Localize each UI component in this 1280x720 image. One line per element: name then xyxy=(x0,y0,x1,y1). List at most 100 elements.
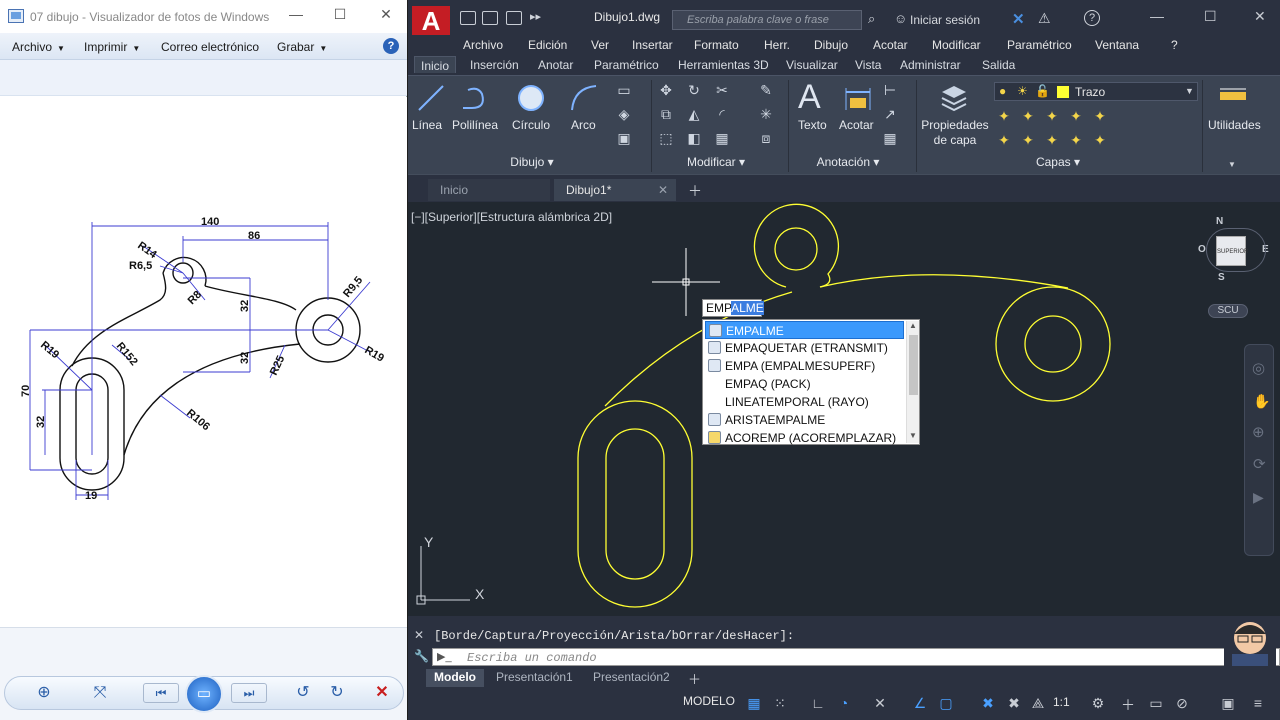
user-icon[interactable]: ☺ xyxy=(894,11,907,26)
model-space-button[interactable]: MODELO xyxy=(683,694,735,708)
showmotion-icon[interactable]: ▶ xyxy=(1253,489,1264,506)
tab-administrar[interactable]: Administrar xyxy=(900,58,961,72)
panel-capas[interactable]: Capas ▾ xyxy=(1028,155,1088,174)
delete-icon[interactable]: ✕ xyxy=(371,682,393,704)
utilities-label[interactable]: Utilidades xyxy=(1208,118,1261,132)
pan-icon[interactable]: ✋ xyxy=(1253,393,1270,410)
panel-anotacion[interactable]: Anotación ▾ xyxy=(808,155,888,174)
save-icon[interactable] xyxy=(506,11,522,25)
close-button[interactable]: ✕ xyxy=(374,6,398,23)
array-icon[interactable]: ▦ xyxy=(714,130,730,146)
menu-ventana[interactable]: Ventana xyxy=(1095,38,1139,52)
line-tool-label[interactable]: Línea xyxy=(412,118,442,132)
exchange-icon[interactable]: ✕ xyxy=(1012,10,1025,28)
new-file-icon[interactable] xyxy=(460,11,476,25)
autocomplete-item[interactable]: LINEATEMPORAL (RAYO) xyxy=(705,393,904,411)
menu-formato[interactable]: Formato xyxy=(694,38,739,52)
previous-icon[interactable]: ⏮ xyxy=(143,683,179,703)
menu-archivo[interactable]: Archivo xyxy=(463,38,503,52)
viewcube-face[interactable]: SUPERIOR xyxy=(1216,236,1248,266)
app-close-button[interactable]: ✕ xyxy=(1254,8,1266,25)
table-icon[interactable]: ▦ xyxy=(882,130,898,146)
polar-icon[interactable]: ◔ xyxy=(834,695,854,713)
leader-icon[interactable]: ↗ xyxy=(882,106,898,122)
isolate-icon[interactable]: ▭ xyxy=(1146,695,1166,713)
drawing-viewport[interactable]: [−][Superior][Estructura alámbrica 2D] Y… xyxy=(408,202,1280,616)
login-link[interactable]: Iniciar sesión xyxy=(910,13,980,27)
hatch-icon[interactable]: ◈ xyxy=(616,106,632,122)
erase-icon[interactable]: ✎ xyxy=(758,82,774,98)
binoculars-icon[interactable]: ⌕ xyxy=(868,11,875,27)
wrench-icon[interactable]: 🔧 xyxy=(414,649,429,663)
tab-anotar[interactable]: Anotar xyxy=(538,58,573,72)
new-tab-icon[interactable]: ＋ xyxy=(688,181,702,201)
dimension-tool-label[interactable]: Acotar xyxy=(839,118,874,132)
slideshow-icon[interactable]: ▭ xyxy=(185,675,223,713)
clean-screen-icon[interactable]: ▣ xyxy=(1218,695,1238,713)
layer-properties-label[interactable]: Propiedades de capa xyxy=(920,118,990,148)
tab-visualizar[interactable]: Visualizar xyxy=(786,58,838,72)
menu-imprimir[interactable]: Imprimir ▼ xyxy=(84,40,140,54)
snap-icon[interactable]: ⁙ xyxy=(770,695,790,713)
menu-archivo[interactable]: Archivo ▼ xyxy=(12,40,65,54)
layer-tool-icon[interactable]: ✦ xyxy=(1068,108,1084,124)
rotate-left-icon[interactable]: ↺ xyxy=(292,682,314,704)
annotation-visibility-icon[interactable]: ✖ xyxy=(978,695,998,713)
close-command-icon[interactable]: ✕ xyxy=(414,628,424,642)
help-icon[interactable]: ? xyxy=(1084,10,1100,26)
rotate-right-icon[interactable]: ↻ xyxy=(326,682,348,704)
object-snap-icon[interactable]: ▢ xyxy=(936,695,956,713)
menu-modificar[interactable]: Modificar xyxy=(932,38,981,52)
customize-icon[interactable]: ≡ xyxy=(1248,695,1268,713)
menu-edicion[interactable]: Edición xyxy=(528,38,567,52)
new-layout-icon[interactable]: ＋ xyxy=(688,669,701,688)
layout-tab-presentacion2[interactable]: Presentación2 xyxy=(585,669,678,687)
menu-help[interactable]: ? xyxy=(1171,38,1178,52)
menu-ver[interactable]: Ver xyxy=(591,38,609,52)
orbit-icon[interactable]: ⟳ xyxy=(1253,455,1266,473)
menu-acotar[interactable]: Acotar xyxy=(873,38,908,52)
zoom-icon[interactable]: ⊕ xyxy=(33,682,55,704)
polyline-tool-label[interactable]: Polilínea xyxy=(452,118,498,132)
menu-parametrico[interactable]: Paramétrico xyxy=(1007,38,1072,52)
tab-parametrico[interactable]: Paramétrico xyxy=(594,58,659,72)
line-tool-icon[interactable] xyxy=(416,82,446,114)
rotate-icon[interactable]: ↻ xyxy=(686,82,702,98)
file-tab-inicio[interactable]: Inicio xyxy=(428,179,550,201)
actual-size-icon[interactable]: ⤧ xyxy=(89,682,111,704)
layer-dropdown[interactable]: ● ☀ 🔓 Trazo ▼ xyxy=(994,82,1198,101)
layer-tool-icon[interactable]: ✦ xyxy=(996,108,1012,124)
layout-tab-modelo[interactable]: Modelo xyxy=(426,669,484,687)
layer-tool-icon[interactable]: ✦ xyxy=(1044,108,1060,124)
annotation-scale-icon[interactable]: ⟁ xyxy=(1028,695,1048,713)
move-icon[interactable]: ✥ xyxy=(658,82,674,98)
object-snap-tracking-icon[interactable]: ∠ xyxy=(910,695,930,713)
layer-properties-icon[interactable] xyxy=(938,82,970,112)
text-tool-icon[interactable]: A xyxy=(798,78,821,117)
app-restore-button[interactable]: ☐ xyxy=(1204,8,1217,25)
menu-herr[interactable]: Herr. xyxy=(764,38,790,52)
autocad-logo[interactable]: A xyxy=(412,6,450,38)
rectangle-icon[interactable]: ▭ xyxy=(616,82,632,98)
autocomplete-item[interactable]: ARISTAEMPALME xyxy=(705,411,904,429)
scroll-thumb[interactable] xyxy=(909,335,918,395)
layer-tool-icon[interactable]: ✦ xyxy=(1020,132,1036,148)
help-icon[interactable]: ? xyxy=(383,38,399,54)
dimension-tool-icon[interactable] xyxy=(842,84,874,114)
dynamic-input[interactable]: EMPALME xyxy=(702,299,764,317)
more-icon[interactable]: ▸▸ xyxy=(530,10,541,23)
isodraft-icon[interactable]: ✕ xyxy=(870,695,890,713)
ucs-menu[interactable]: SCU xyxy=(1208,304,1248,318)
utilities-chevron-icon[interactable]: ▼ xyxy=(1228,160,1236,169)
next-icon[interactable]: ⏭ xyxy=(231,683,267,703)
stretch-icon[interactable]: ⬚ xyxy=(658,130,674,146)
text-tool-label[interactable]: Texto xyxy=(798,118,827,132)
app-minimize-button[interactable]: — xyxy=(1150,8,1164,24)
autocomplete-item[interactable]: EMPAQ (PACK) xyxy=(705,375,904,393)
offset-icon[interactable]: ⧈ xyxy=(758,130,774,146)
polyline-tool-icon[interactable] xyxy=(460,82,490,114)
close-tab-icon[interactable]: ✕ xyxy=(658,183,668,197)
maximize-button[interactable]: ☐ xyxy=(328,6,352,23)
hardware-accel-icon[interactable]: ⊘ xyxy=(1172,695,1192,713)
grid-icon[interactable]: ▦ xyxy=(744,695,764,713)
